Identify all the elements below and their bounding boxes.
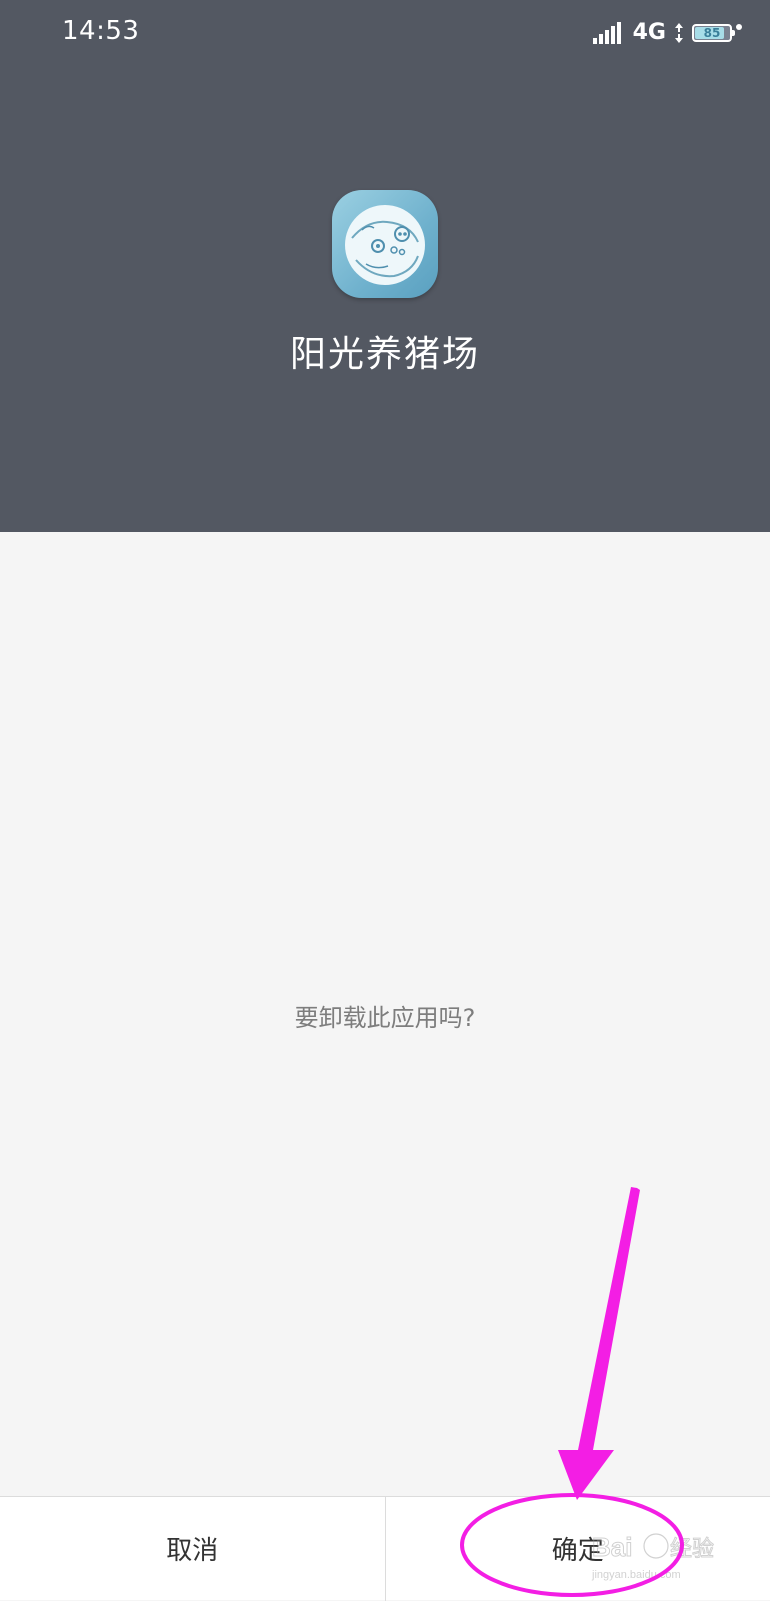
app-name: 阳光养猪场 — [0, 325, 770, 377]
pig-cartoon-icon — [332, 190, 438, 298]
status-indicators: 4G 85 — [593, 19, 742, 47]
status-time: 14:53 — [62, 16, 139, 46]
dialog-body: 要卸载此应用吗? — [0, 532, 770, 1496]
signal-icon — [593, 22, 625, 44]
app-header: 14:53 4G 85 — [0, 0, 770, 532]
battery-percent: 85 — [704, 26, 721, 40]
cancel-button[interactable]: 取消 — [0, 1497, 385, 1600]
confirm-button[interactable]: 确定 — [386, 1497, 770, 1600]
charge-dot-icon — [736, 24, 742, 30]
uninstall-question: 要卸载此应用吗? — [0, 998, 770, 1033]
battery-icon: 85 — [692, 24, 732, 42]
network-type: 4G — [633, 22, 666, 44]
button-bar: 取消 确定 — [0, 1496, 770, 1600]
data-arrows-icon — [674, 22, 684, 44]
status-bar: 14:53 4G 85 — [0, 0, 770, 66]
app-icon — [332, 190, 438, 298]
